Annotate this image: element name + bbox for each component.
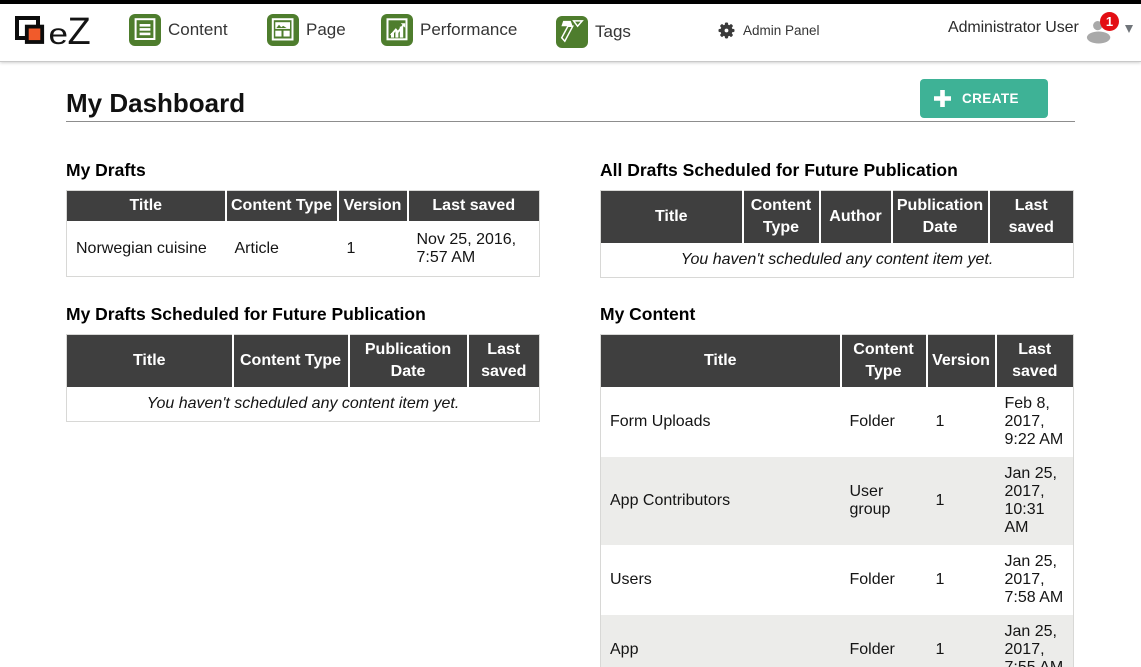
- svg-text:Z: Z: [68, 13, 91, 49]
- svg-text:e: e: [49, 18, 69, 49]
